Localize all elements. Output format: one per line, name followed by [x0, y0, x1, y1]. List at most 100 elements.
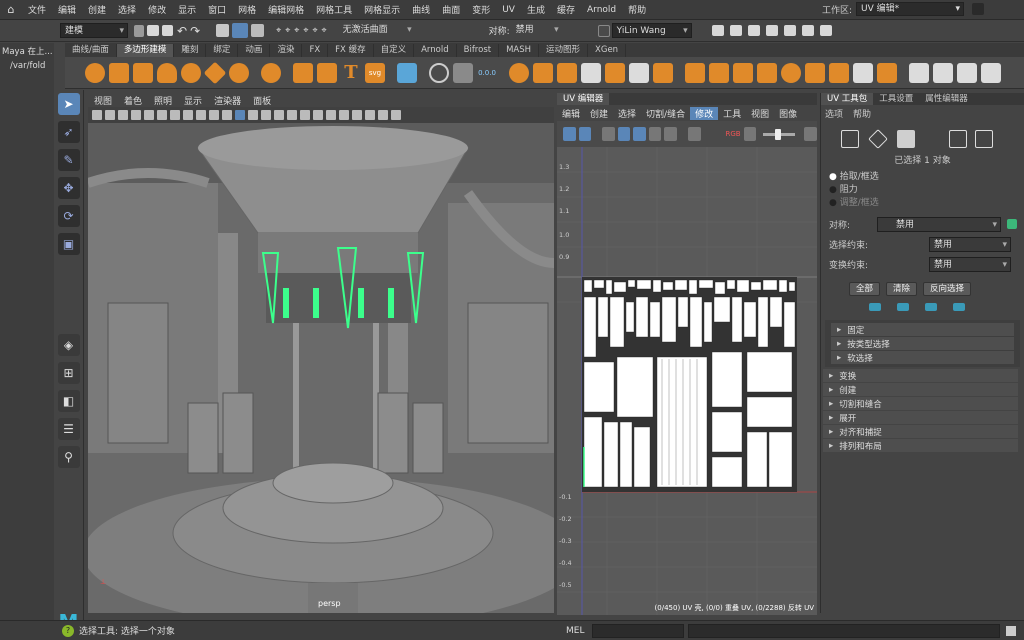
- paint-select-tool-icon[interactable]: ✎: [57, 149, 80, 171]
- save-scene-icon[interactable]: [162, 25, 173, 36]
- uv-menu-cut-sew[interactable]: 切割/缝合: [641, 107, 690, 120]
- invert-selection-button[interactable]: 反向选择: [923, 282, 972, 296]
- render-icon[interactable]: [711, 25, 724, 36]
- resolution-gate-icon[interactable]: [157, 110, 167, 120]
- bookmark-icon[interactable]: [105, 110, 115, 120]
- anti-aliasing-icon[interactable]: [326, 110, 336, 120]
- new-scene-icon[interactable]: [134, 24, 144, 37]
- sweep-mesh-icon[interactable]: [317, 62, 337, 83]
- bevel-cube-icon[interactable]: [757, 62, 777, 83]
- channel-box-toggle-icon[interactable]: [819, 25, 832, 36]
- mel-command-input[interactable]: [592, 623, 684, 638]
- mel-label[interactable]: MEL: [566, 626, 592, 636]
- user-account-dropdown[interactable]: YiLin Wang: [611, 23, 692, 38]
- poly-cone-icon[interactable]: [157, 62, 177, 83]
- mash-icon[interactable]: [397, 62, 417, 83]
- tab-attribute-editor[interactable]: 属性编辑器: [919, 93, 974, 105]
- uv-menu-image[interactable]: 图像: [774, 107, 802, 120]
- menu-edit[interactable]: 编辑: [52, 3, 82, 16]
- perspective-viewport[interactable]: persp ⊥: [88, 123, 554, 613]
- xray-joints-icon[interactable]: [391, 110, 401, 120]
- snap-grid-icon[interactable]: ⌖: [276, 26, 281, 36]
- menu-file[interactable]: 文件: [22, 3, 52, 16]
- uv-checker-icon[interactable]: [602, 127, 615, 141]
- lasso-tool-icon[interactable]: ➶: [57, 121, 80, 143]
- separate-icon[interactable]: [557, 62, 577, 83]
- section-cut-sew[interactable]: 切割和缝合: [823, 397, 1018, 410]
- snap-point-icon[interactable]: ⌖: [294, 26, 299, 36]
- home-icon[interactable]: ⌂: [0, 3, 22, 16]
- uv-menu-edit[interactable]: 编辑: [557, 107, 585, 120]
- measure-icon[interactable]: [429, 62, 449, 83]
- menu-uv[interactable]: UV: [496, 5, 521, 15]
- counter-icon[interactable]: 0.0.0: [477, 63, 497, 83]
- bridge-icon[interactable]: [709, 62, 729, 83]
- section-transform[interactable]: 变换: [823, 369, 1018, 382]
- grow-selection-icon[interactable]: [897, 303, 909, 311]
- live-surface-field[interactable]: 无激活曲面: [337, 23, 415, 38]
- uv-distortion-icon[interactable]: [633, 127, 646, 141]
- select-constraint-dropdown[interactable]: 禁用: [929, 236, 1011, 252]
- shelf-tab-mash[interactable]: MASH: [499, 44, 540, 57]
- safe-title-icon[interactable]: [209, 110, 219, 120]
- super-shape-icon[interactable]: [293, 62, 313, 83]
- face-mode-icon[interactable]: [897, 130, 915, 148]
- uv-toolkit-menu-options[interactable]: 选项: [825, 107, 843, 120]
- radio-pick-marquee[interactable]: ● 拾取/框选: [829, 171, 1024, 184]
- shelf-tab-animation[interactable]: 动画: [238, 44, 271, 57]
- redo-icon[interactable]: ↷: [190, 24, 200, 38]
- motion-blur-icon[interactable]: [313, 110, 323, 120]
- shelf-tab-motion-graphics[interactable]: 运动图形: [539, 44, 589, 57]
- uv-shell-icon[interactable]: [563, 127, 576, 141]
- section-unfold[interactable]: 展开: [823, 411, 1018, 424]
- select-by-object-icon[interactable]: [251, 24, 265, 37]
- tab-uv-toolkit[interactable]: UV 工具包: [821, 93, 874, 105]
- uv-gamma-icon[interactable]: [804, 127, 818, 141]
- extrude-icon[interactable]: [685, 62, 705, 83]
- viewport-menu-show[interactable]: 显示: [178, 94, 208, 107]
- reduce-icon[interactable]: [629, 62, 649, 83]
- transform-constraint-dropdown[interactable]: 禁用: [929, 256, 1011, 272]
- ipr-icon[interactable]: [729, 25, 742, 36]
- hypershade-icon[interactable]: [765, 25, 778, 36]
- shelf-tab-xgen[interactable]: XGen: [588, 44, 627, 57]
- select-by-hierarchy-icon[interactable]: [216, 24, 230, 37]
- lights-icon[interactable]: [274, 110, 284, 120]
- uv-shaded-icon[interactable]: [617, 127, 631, 141]
- poly-plane-icon[interactable]: [203, 61, 227, 84]
- menu-generate[interactable]: 生成: [521, 3, 551, 16]
- menu-arnold[interactable]: Arnold: [581, 5, 622, 15]
- open-scene-icon[interactable]: [147, 25, 159, 36]
- uv-dim-image-icon[interactable]: [664, 127, 677, 141]
- side-by-side-layout-icon[interactable]: ◧: [57, 390, 80, 412]
- depth-of-field-icon[interactable]: [339, 110, 349, 120]
- menu-select[interactable]: 选择: [112, 3, 142, 16]
- textured-icon[interactable]: [261, 110, 271, 120]
- wedge-icon[interactable]: [805, 62, 825, 83]
- quad-draw-icon[interactable]: [957, 62, 977, 83]
- smooth-shade-icon[interactable]: [235, 110, 245, 120]
- connect-icon[interactable]: [981, 62, 1001, 83]
- mode-dropdown[interactable]: 建模: [60, 23, 128, 38]
- uv-mode-icon[interactable]: [949, 130, 967, 148]
- bevel-icon[interactable]: [733, 62, 753, 83]
- menu-display[interactable]: 显示: [172, 3, 202, 16]
- render-settings-icon[interactable]: [747, 25, 760, 36]
- uv-menu-modify[interactable]: 修改: [690, 106, 719, 120]
- radio-drag[interactable]: ● 阻力: [829, 184, 1024, 197]
- viewport-menu-view[interactable]: 视图: [88, 94, 118, 107]
- undo-icon[interactable]: ↶: [177, 24, 187, 38]
- menu-deform[interactable]: 变形: [466, 3, 496, 16]
- section-arrange-layout[interactable]: 排列和布局: [823, 439, 1018, 452]
- poly-disc-icon[interactable]: [229, 62, 249, 83]
- section-pin[interactable]: 固定: [831, 323, 1014, 336]
- radio-tweak-marquee[interactable]: ● 调整/框选: [829, 197, 1024, 210]
- viewport-menu-lighting[interactable]: 照明: [148, 94, 178, 107]
- xray-icon[interactable]: [365, 110, 375, 120]
- vertex-mode-icon[interactable]: [841, 130, 859, 148]
- snap-surface-icon[interactable]: ⌖: [312, 26, 317, 36]
- shelf-tab-fx[interactable]: FX: [302, 44, 329, 57]
- xray-active-icon[interactable]: [378, 110, 388, 120]
- uv-editor-viewport[interactable]: 1.3 1.2 1.1 1.0 0.9 -0.1 -0.2 -0.3 -0.4 …: [557, 147, 817, 615]
- shelf-tab-bifrost[interactable]: Bifrost: [457, 44, 500, 57]
